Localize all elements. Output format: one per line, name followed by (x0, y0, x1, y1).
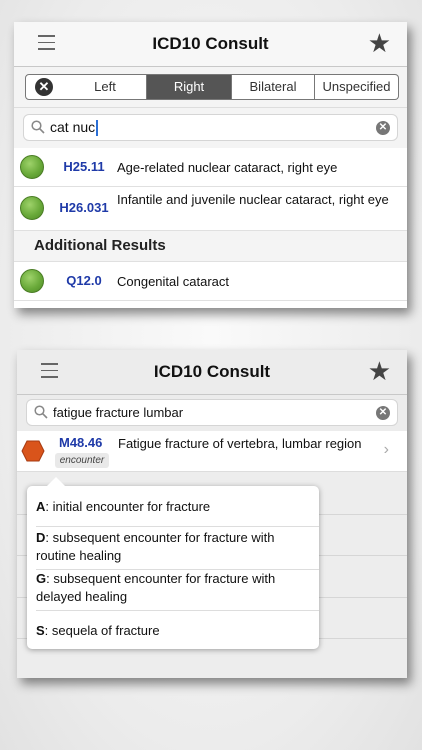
encounter-option[interactable]: A: initial encounter for fracture (36, 498, 307, 516)
encounter-popover: A: initial encounter for fracture D: sub… (27, 477, 319, 649)
result-row[interactable]: H25.11 Age-related nuclear cataract, rig… (14, 148, 407, 187)
search-bar: fatigue fracture lumbar ✕ (17, 395, 407, 432)
screenshot-encounter-picker: ICD10 Consult ★ fatigue fracture lumbar … (17, 350, 407, 678)
status-green-icon (20, 269, 44, 293)
search-input[interactable]: cat nuc ✕ (23, 114, 398, 141)
segment-right[interactable]: Right (147, 74, 232, 100)
result-row[interactable]: M48.46 encounter Fatigue fracture of ver… (17, 431, 407, 472)
app-title: ICD10 Consult (152, 34, 269, 53)
result-description: Infantile and juvenile nuclear cataract,… (117, 192, 389, 207)
screenshot-search-laterality: ICD10 Consult ★ ✕ Left Right Bilateral U… (14, 22, 407, 308)
laterality-filter: ✕ Left Right Bilateral Unspecified (14, 67, 407, 108)
clear-search-icon[interactable]: ✕ (376, 121, 390, 135)
status-green-icon (20, 196, 44, 220)
result-description: Congenital cataract (117, 274, 230, 289)
encounter-badge[interactable]: encounter (55, 453, 109, 468)
favorites-star-icon[interactable]: ★ (368, 356, 391, 386)
popover-arrow (47, 477, 65, 486)
search-bar: cat nuc ✕ (14, 108, 407, 148)
laterality-segments: Left Right Bilateral Unspecified (64, 74, 399, 100)
result-code: H25.11 (63, 159, 105, 174)
nav-bar: ICD10 Consult ★ (14, 22, 407, 67)
result-code: H26.031 (59, 200, 109, 215)
chevron-right-icon: › (383, 441, 389, 458)
segment-left[interactable]: Left (64, 74, 147, 100)
clear-search-icon[interactable]: ✕ (376, 406, 390, 420)
result-row[interactable]: Q12.0 Congenital cataract (14, 262, 407, 301)
encounter-option[interactable]: D: subsequent encounter for fracture wit… (36, 529, 307, 565)
clear-filter-icon: ✕ (35, 78, 53, 96)
search-query: fatigue fracture lumbar (53, 405, 184, 420)
status-green-icon (20, 155, 44, 179)
search-input[interactable]: fatigue fracture lumbar ✕ (26, 399, 398, 426)
encounter-option[interactable]: G: subsequent encounter for fracture wit… (36, 570, 307, 606)
favorites-star-icon[interactable]: ★ (368, 28, 391, 58)
segment-unspecified[interactable]: Unspecified (315, 74, 399, 100)
encounter-option[interactable]: S: sequela of fracture (36, 622, 307, 640)
result-row[interactable]: H26.031 Infantile and juvenile nuclear c… (14, 187, 407, 231)
search-icon (34, 405, 48, 419)
result-code: M48.46 (59, 435, 103, 450)
search-icon (31, 120, 45, 134)
nav-bar: ICD10 Consult ★ (17, 350, 407, 395)
clear-filter-button[interactable]: ✕ (25, 74, 65, 100)
result-code: Q12.0 (66, 273, 102, 288)
result-description: Age-related nuclear cataract, right eye (117, 160, 338, 175)
result-description: Fatigue fracture of vertebra, lumbar reg… (118, 436, 362, 451)
status-orange-hexagon-icon (21, 440, 45, 462)
additional-results-header: Additional Results (14, 231, 407, 262)
app-title: ICD10 Consult (153, 362, 271, 381)
segment-bilateral[interactable]: Bilateral (232, 74, 315, 100)
search-query: cat nuc (50, 119, 99, 137)
